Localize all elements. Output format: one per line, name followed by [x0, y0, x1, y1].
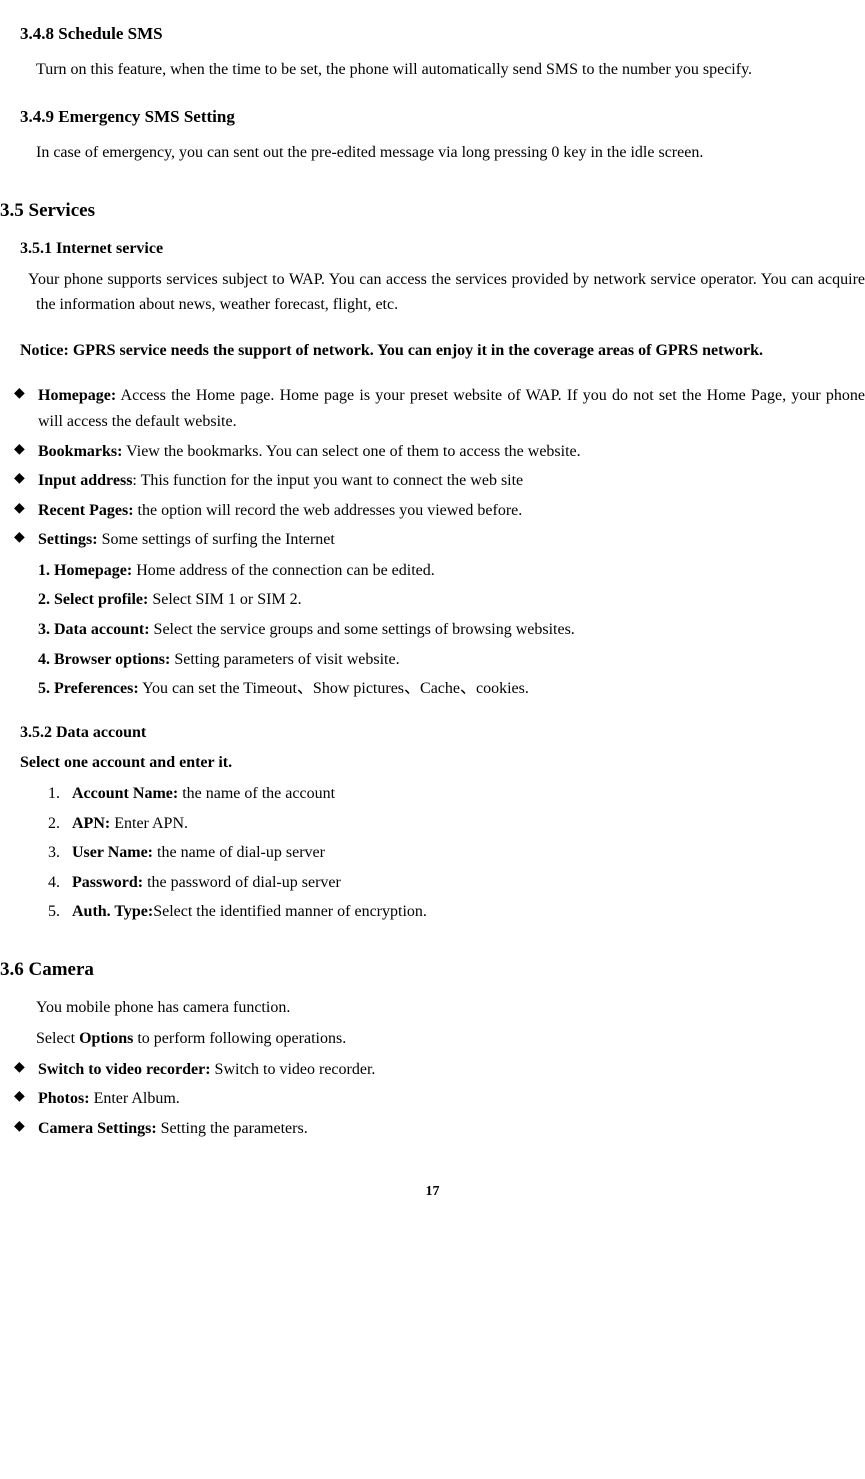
select-account-line: Select one account and enter it.: [20, 750, 865, 776]
settings-row-1-label: 1. Homepage:: [38, 562, 132, 579]
bullet-recent-text: the option will record the web addresses…: [134, 502, 523, 519]
camera-intro-2a: Select: [36, 1030, 79, 1047]
camera-intro-2c: to perform following operations.: [133, 1030, 346, 1047]
account-item-name: Account Name: the name of the account: [64, 781, 865, 807]
settings-row-3-text: Select the service groups and some setti…: [150, 621, 575, 638]
account-item-apn: APN: Enter APN.: [64, 811, 865, 837]
bullet-homepage-label: Homepage:: [38, 387, 116, 404]
bullet-bookmarks-text: View the bookmarks. You can select one o…: [122, 443, 580, 460]
bullet-input-address: Input address: This function for the inp…: [20, 468, 865, 494]
settings-sublist: 1. Homepage: Home address of the connect…: [38, 558, 865, 702]
settings-row-preferences: 5. Preferences: You can set the Timeout、…: [38, 676, 865, 702]
bullet-homepage: Homepage: Access the Home page. Home pag…: [20, 383, 865, 434]
account-1-text: the name of the account: [178, 785, 335, 802]
page-number: 17: [0, 1181, 865, 1203]
settings-row-3-label: 3. Data account:: [38, 621, 150, 638]
camera-photos-text: Enter Album.: [90, 1090, 180, 1107]
camera-bullet-switch: Switch to video recorder: Switch to vide…: [20, 1057, 865, 1083]
bullet-settings-text: Some settings of surfing the Internet: [98, 531, 335, 548]
bullet-bookmarks-label: Bookmarks:: [38, 443, 122, 460]
camera-settings-text: Setting the parameters.: [157, 1120, 308, 1137]
camera-photos-label: Photos:: [38, 1090, 90, 1107]
heading-camera: 3.6 Camera: [0, 955, 865, 985]
account-4-label: Password:: [72, 874, 143, 891]
account-1-label: Account Name:: [72, 785, 178, 802]
camera-switch-label: Switch to video recorder:: [38, 1061, 211, 1078]
account-5-label: Auth. Type:: [72, 903, 153, 920]
settings-row-2-label: 2. Select profile:: [38, 591, 148, 608]
settings-row-4-label: 4. Browser options:: [38, 651, 170, 668]
camera-bullet-list: Switch to video recorder: Switch to vide…: [0, 1057, 865, 1142]
account-3-text: the name of dial-up server: [153, 844, 325, 861]
account-2-text: Enter APN.: [110, 815, 188, 832]
bullet-recent-label: Recent Pages:: [38, 502, 134, 519]
camera-intro-2b: Options: [79, 1030, 133, 1047]
account-item-username: User Name: the name of dial-up server: [64, 840, 865, 866]
para-internet-service: Your phone supports services subject to …: [28, 267, 865, 318]
bullet-bookmarks: Bookmarks: View the bookmarks. You can s…: [20, 439, 865, 465]
heading-schedule-sms: 3.4.8 Schedule SMS: [20, 20, 865, 47]
bullet-input-label: Input address: [38, 472, 132, 489]
settings-row-homepage: 1. Homepage: Home address of the connect…: [38, 558, 865, 584]
camera-intro-1: You mobile phone has camera function.: [36, 995, 865, 1021]
heading-internet-service: 3.5.1 Internet service: [20, 236, 865, 262]
settings-row-4-text: Setting parameters of visit website.: [170, 651, 399, 668]
camera-bullet-photos: Photos: Enter Album.: [20, 1086, 865, 1112]
account-2-label: APN:: [72, 815, 110, 832]
heading-services: 3.5 Services: [0, 196, 865, 226]
camera-switch-text: Switch to video recorder.: [211, 1061, 376, 1078]
settings-row-5-label: 5. Preferences:: [38, 680, 139, 697]
settings-row-select-profile: 2. Select profile: Select SIM 1 or SIM 2…: [38, 587, 865, 613]
settings-row-data-account: 3. Data account: Select the service grou…: [38, 617, 865, 643]
account-3-label: User Name:: [72, 844, 153, 861]
internet-bullet-list: Homepage: Access the Home page. Home pag…: [0, 383, 865, 553]
notice-gprs: Notice: GPRS service needs the support o…: [20, 338, 865, 364]
bullet-recent-pages: Recent Pages: the option will record the…: [20, 498, 865, 524]
camera-intro-2: Select Options to perform following oper…: [36, 1026, 865, 1052]
heading-emergency-sms: 3.4.9 Emergency SMS Setting: [20, 103, 865, 130]
heading-data-account: 3.5.2 Data account: [20, 720, 865, 746]
settings-row-5-text: You can set the Timeout、Show pictures、Ca…: [139, 680, 529, 697]
data-account-list: Account Name: the name of the account AP…: [42, 781, 865, 925]
camera-bullet-settings: Camera Settings: Setting the parameters.: [20, 1116, 865, 1142]
camera-settings-label: Camera Settings:: [38, 1120, 157, 1137]
account-5-text: Select the identified manner of encrypti…: [153, 903, 427, 920]
settings-row-2-text: Select SIM 1 or SIM 2.: [148, 591, 301, 608]
settings-row-1-text: Home address of the connection can be ed…: [132, 562, 435, 579]
account-item-authtype: Auth. Type:Select the identified manner …: [64, 899, 865, 925]
para-schedule-sms: Turn on this feature, when the time to b…: [0, 57, 865, 83]
account-item-password: Password: the password of dial-up server: [64, 870, 865, 896]
bullet-settings: Settings: Some settings of surfing the I…: [20, 527, 865, 553]
bullet-homepage-text: Access the Home page. Home page is your …: [38, 387, 865, 430]
bullet-input-text: : This function for the input you want t…: [132, 472, 523, 489]
para-emergency-sms: In case of emergency, you can sent out t…: [0, 140, 865, 166]
settings-row-browser-options: 4. Browser options: Setting parameters o…: [38, 647, 865, 673]
bullet-settings-label: Settings:: [38, 531, 98, 548]
account-4-text: the password of dial-up server: [143, 874, 341, 891]
